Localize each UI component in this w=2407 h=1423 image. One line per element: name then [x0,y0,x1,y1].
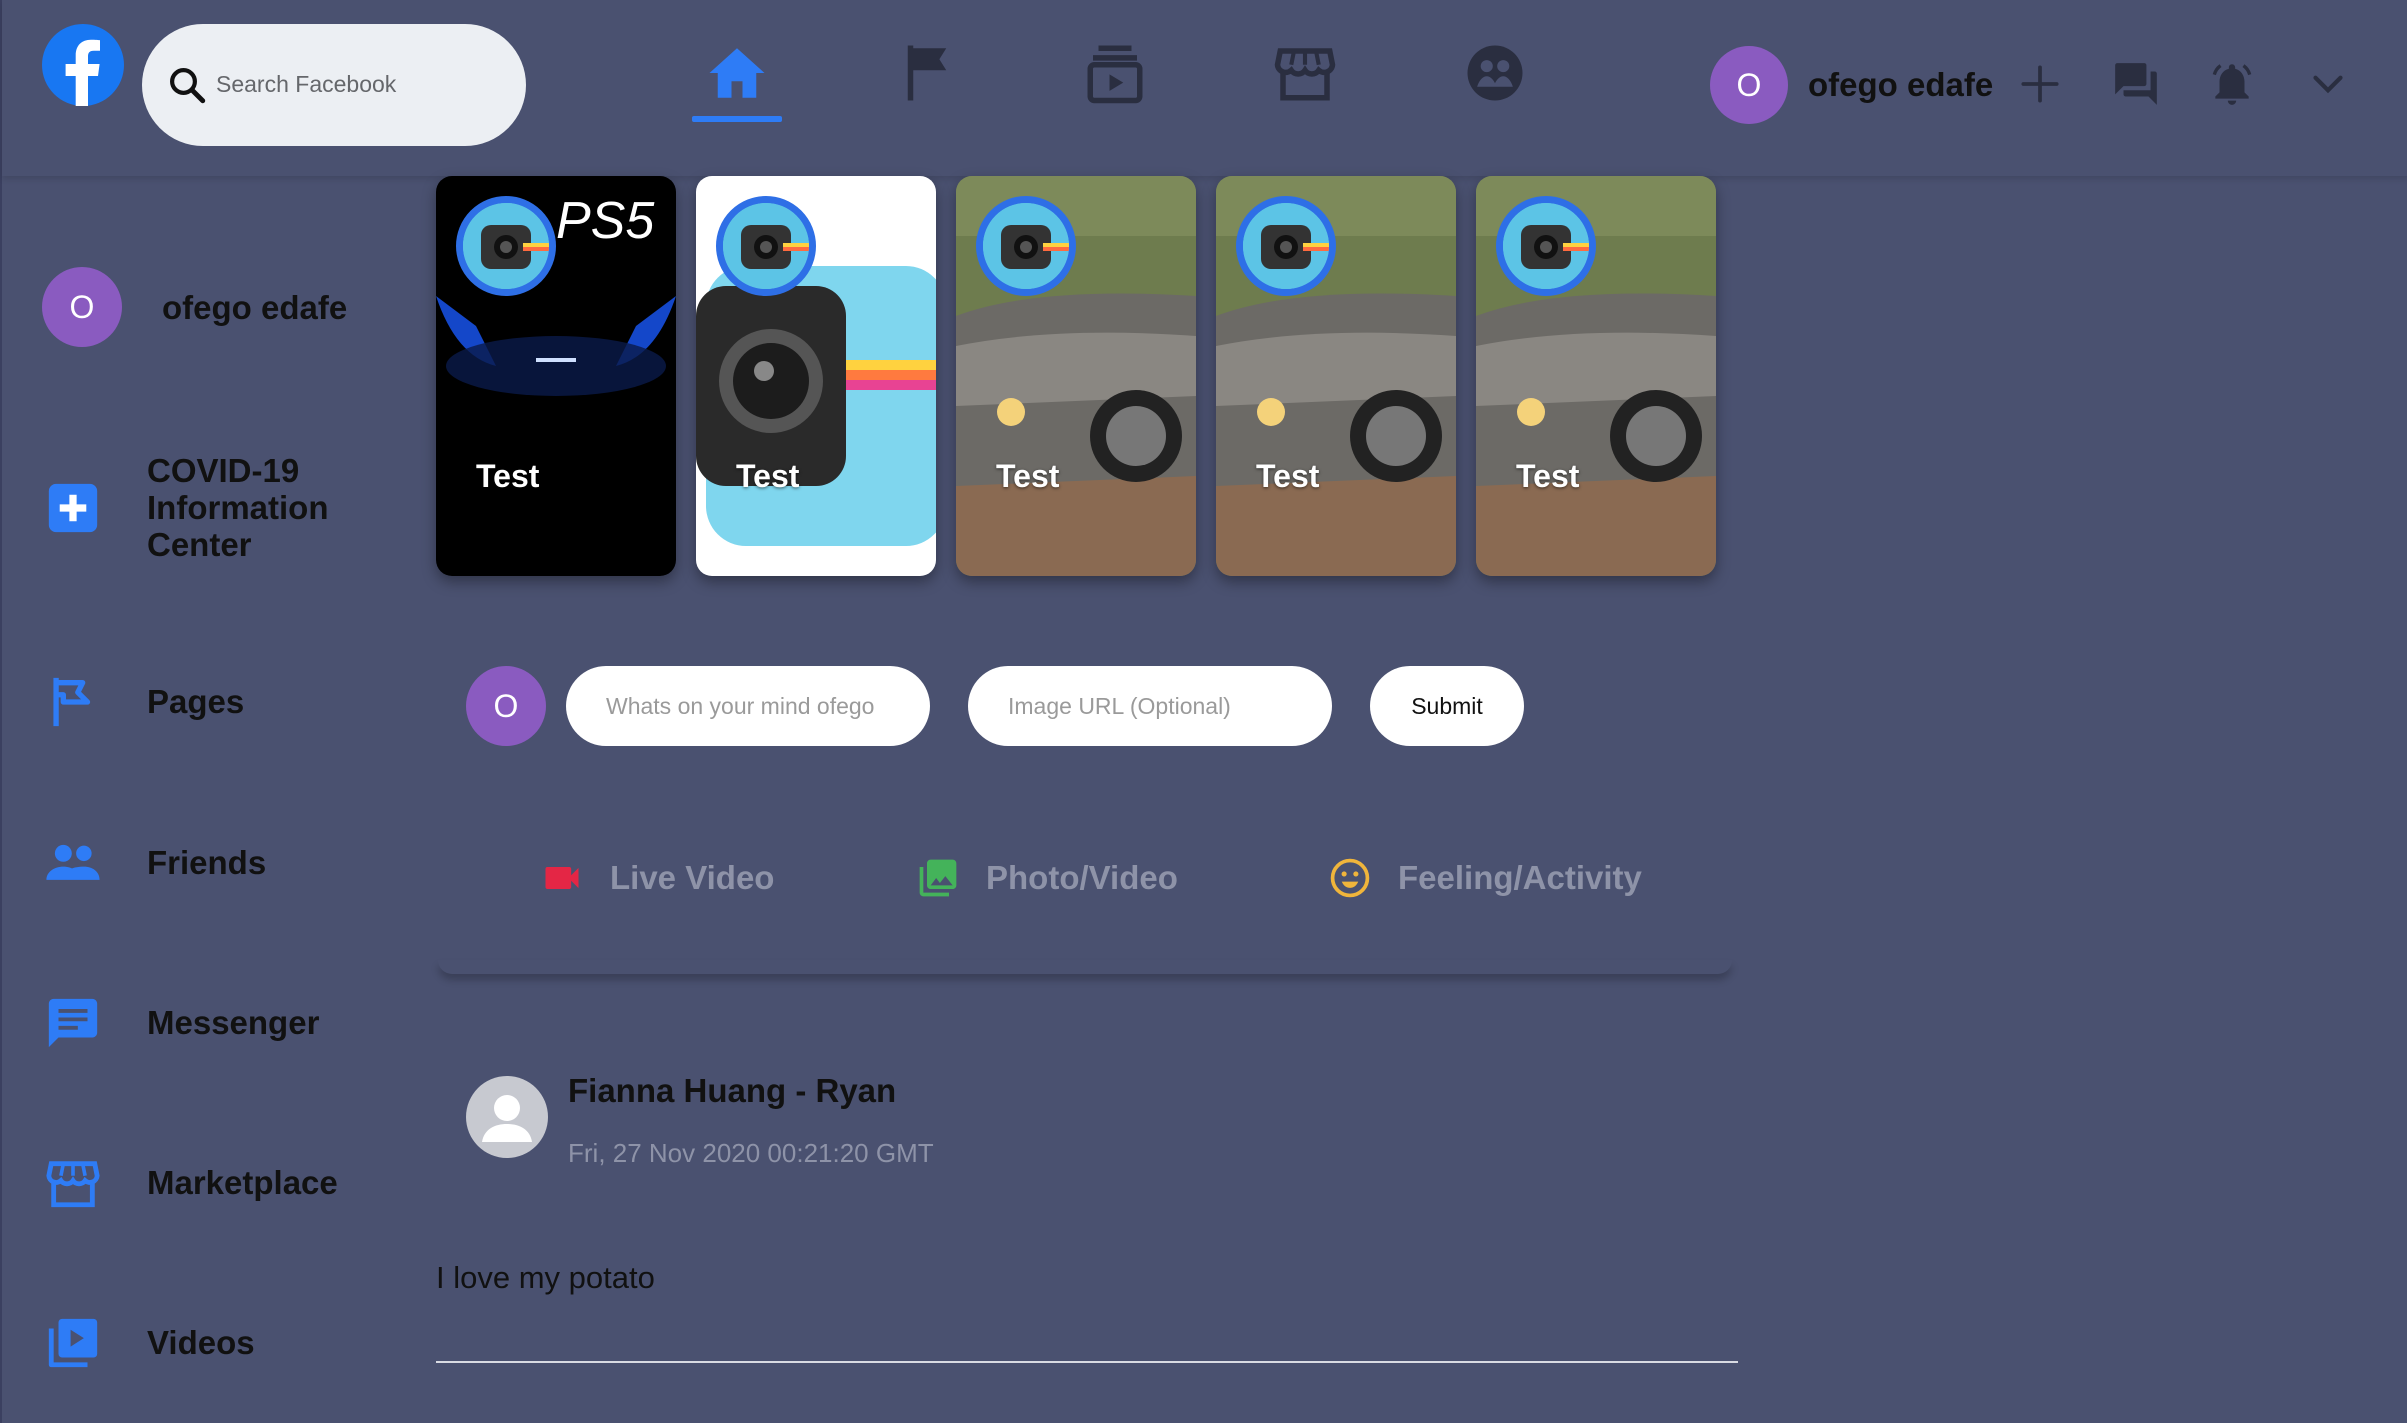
story-title: Test [1256,458,1320,494]
tab-groups[interactable] [1450,40,1540,130]
story-card[interactable]: Test [1476,176,1716,576]
story-card[interactable]: PS5 Test [436,176,676,576]
story-card[interactable]: Test [1216,176,1456,576]
photo-library-icon [919,859,957,897]
post-body: I love my potato [436,1260,655,1295]
sidebar-item-friends[interactable]: Friends [42,832,266,894]
header-username[interactable]: ofego edafe [1808,66,1993,104]
videocam-icon [545,867,579,889]
search-input[interactable] [216,60,506,108]
composer-card-edge [438,960,1732,974]
image-url-input[interactable] [968,666,1332,746]
story-card[interactable]: Test [696,176,936,576]
sidebar-item-label: Friends [147,844,267,881]
sidebar-item-covid[interactable]: COVID-19 Information Center [42,452,328,564]
create-button[interactable] [2008,52,2072,116]
story-avatar [1236,196,1336,296]
tab-home[interactable] [692,40,782,130]
top-header: O ofego edafe [2,0,2407,176]
tab-marketplace[interactable] [1260,40,1350,130]
story-card[interactable]: Test [956,176,1196,576]
plus-icon [2021,65,2059,103]
story-title: Test [736,458,800,494]
post-author-avatar[interactable] [466,1076,548,1158]
bell-icon [2212,64,2252,105]
sidebar-item-label: Marketplace [147,1164,338,1201]
post-divider [436,1361,1738,1363]
composer-avatar: O [466,666,546,746]
app-root: O ofego edafe O ofego edafe [0,0,2407,1423]
sidebar-item-marketplace[interactable]: Marketplace [42,1152,338,1214]
sidebar-item-label: Videos [147,1324,255,1361]
live-video-button[interactable]: Live Video [540,856,774,900]
action-label: Feeling/Activity [1398,859,1642,896]
notifications-button[interactable] [2200,52,2264,116]
post-timestamp: Fri, 27 Nov 2020 00:21:20 GMT [568,1138,934,1168]
flag-icon [907,45,947,101]
groups-icon [1467,45,1523,101]
story-title: Test [476,458,540,494]
tab-pages[interactable] [882,40,972,130]
video-library-icon [42,1312,104,1374]
svg-text:PS5: PS5 [556,192,655,250]
story-avatar [1496,196,1596,296]
post-text-input[interactable] [566,666,930,746]
people-icon [42,832,104,894]
story-title: Test [1516,458,1580,494]
sidebar-item-label: COVID-19 Information Center [147,452,329,563]
story-avatar [716,196,816,296]
store-icon [42,1152,104,1214]
plus-square-icon [42,477,104,539]
submit-button[interactable]: Submit [1370,666,1524,746]
active-tab-indicator [692,116,782,122]
smiley-icon [1330,858,1370,898]
sidebar-item-label: Messenger [147,1004,320,1041]
chevron-down-icon [2313,75,2343,94]
sidebar-profile-name: ofego edafe [162,289,348,326]
home-icon [709,48,765,98]
sidebar-avatar: O [42,267,122,347]
sidebar-item-pages[interactable]: Pages [42,671,244,733]
story-avatar [976,196,1076,296]
flag-outline-icon [42,671,104,733]
story-title: Test [996,458,1060,494]
watch-icon [1087,45,1143,104]
action-label: Photo/Video [986,859,1178,896]
sidebar-item-label: Pages [147,683,245,720]
chat-icon [42,992,104,1054]
feeling-activity-button[interactable]: Feeling/Activity [1328,856,1642,900]
sidebar-item-profile[interactable]: O ofego edafe [42,267,347,347]
search-icon [170,68,206,104]
post-author-name[interactable]: Fianna Huang - Ryan [568,1072,896,1110]
header-avatar[interactable]: O [1710,46,1788,124]
store-icon [1274,48,1336,101]
sidebar-item-videos[interactable]: Videos [42,1312,255,1374]
action-label: Live Video [610,859,775,896]
account-menu-button[interactable] [2296,52,2360,116]
story-avatar [456,196,556,296]
photo-video-button[interactable]: Photo/Video [916,856,1178,900]
search-box[interactable] [142,24,526,146]
person-icon [482,1095,532,1142]
facebook-logo-icon[interactable] [42,24,124,106]
messenger-button[interactable] [2104,52,2168,116]
forum-icon [2115,63,2157,105]
tab-watch[interactable] [1070,40,1160,130]
sidebar-item-messenger[interactable]: Messenger [42,992,319,1054]
